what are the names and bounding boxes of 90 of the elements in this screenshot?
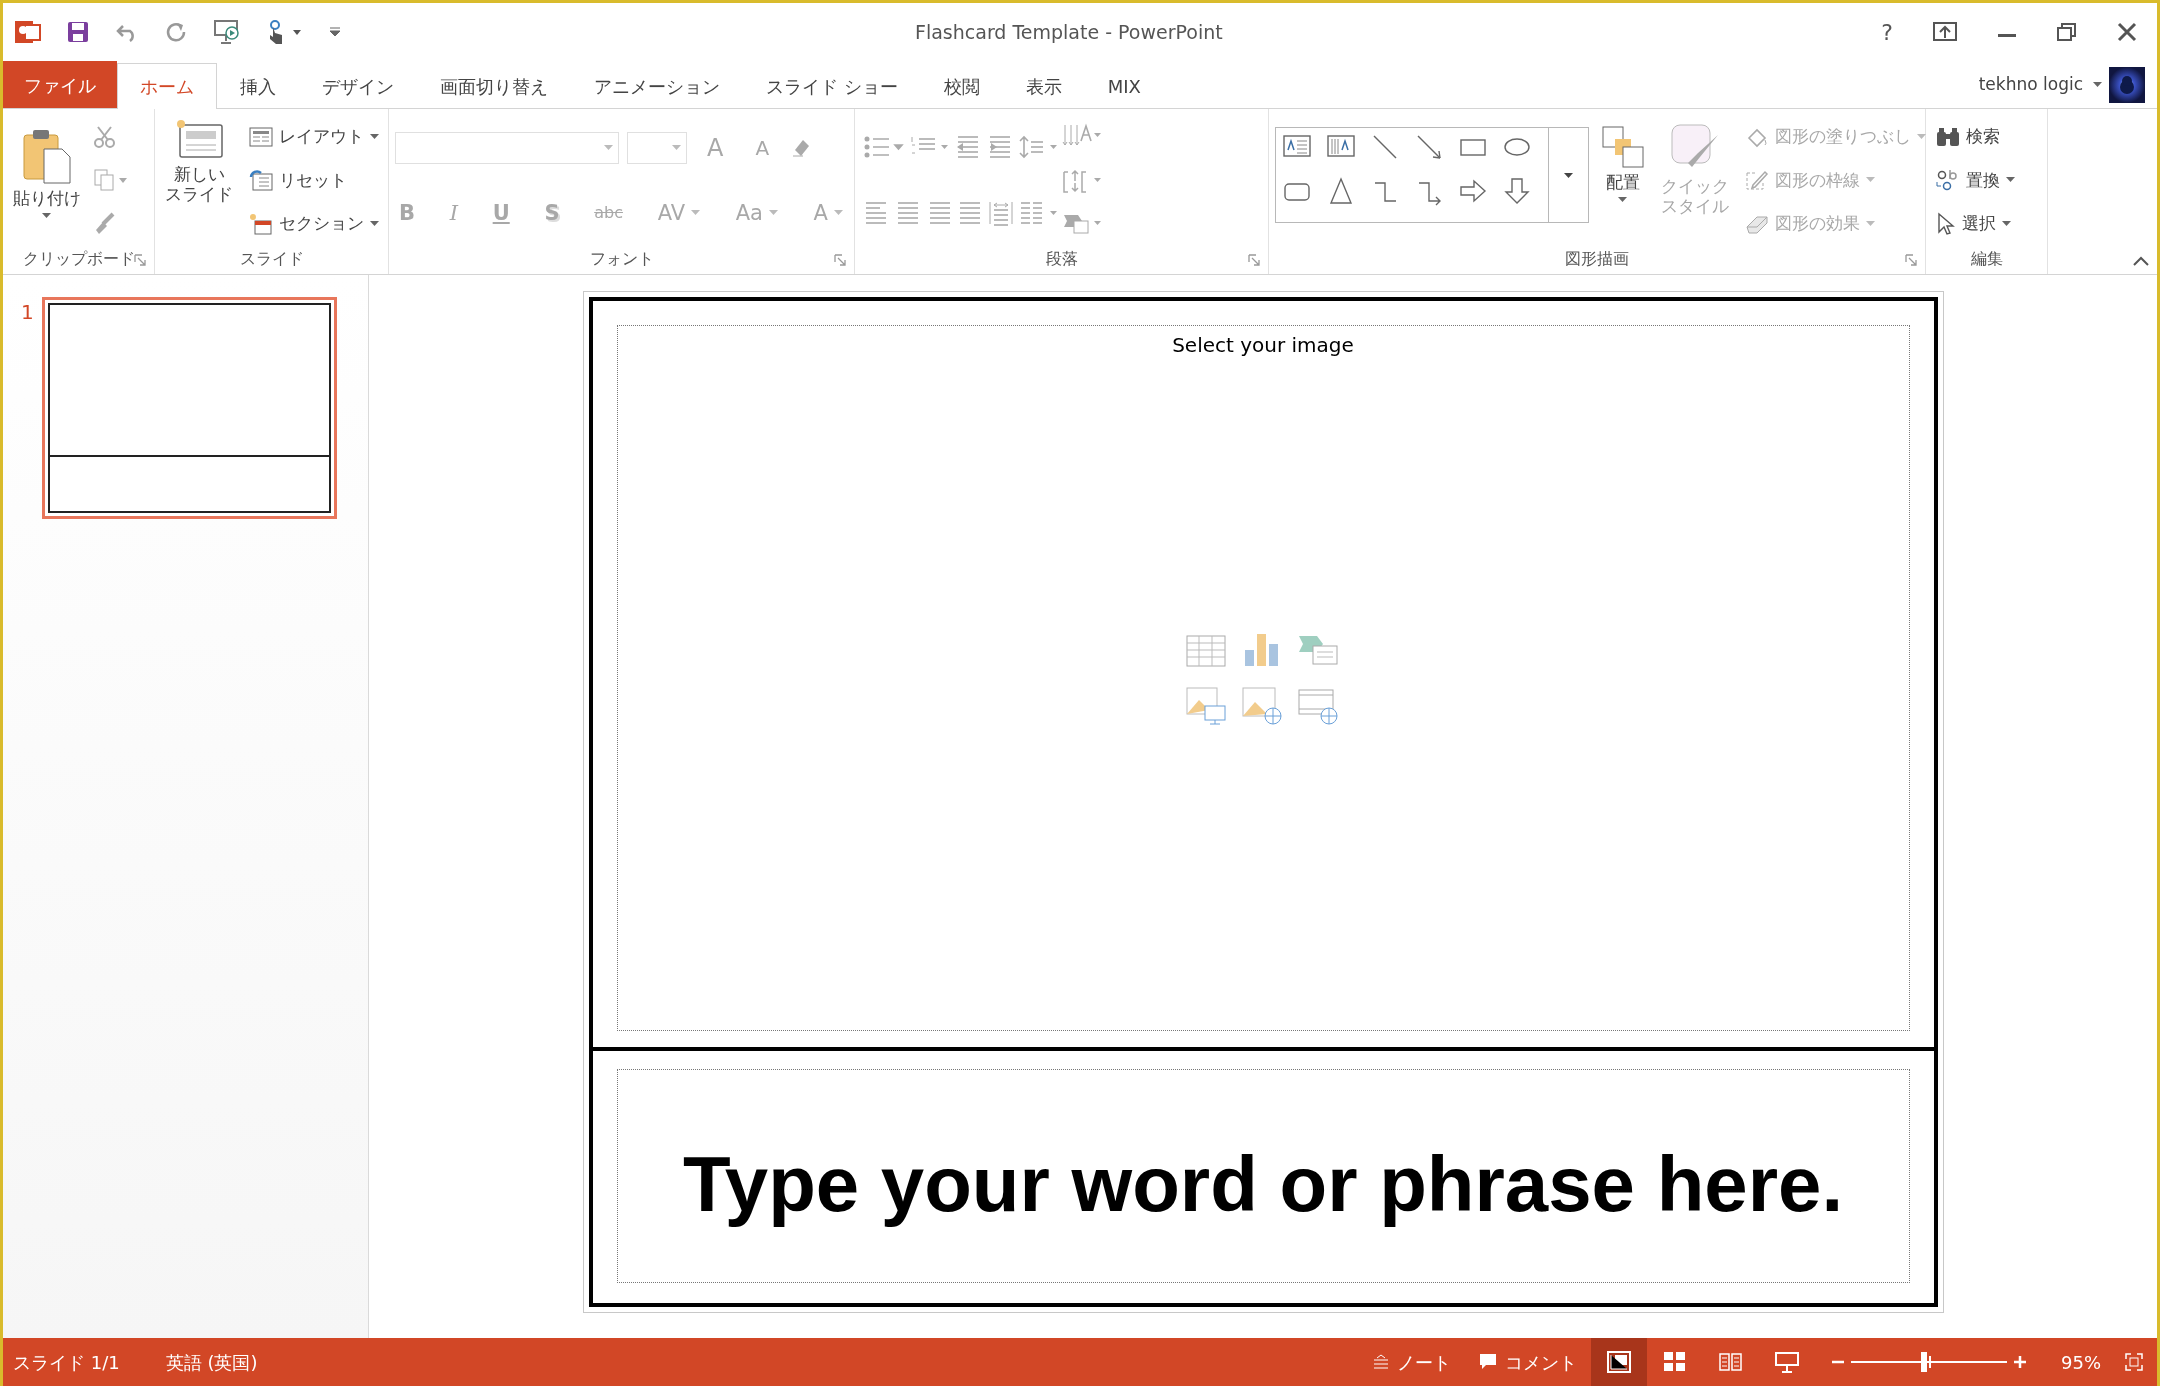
group-label: 段落 <box>1045 249 1078 268</box>
layout-icon <box>249 125 273 148</box>
view-button[interactable] <box>1591 1338 1647 1386</box>
touch-mode-icon[interactable] <box>267 20 303 44</box>
ribbon-tab[interactable]: デザイン <box>299 63 417 108</box>
ribbon-tab[interactable]: 表示 <box>1002 63 1085 108</box>
group-label: クリップボード <box>22 249 135 268</box>
slide-sorter-icon <box>1663 1351 1687 1373</box>
new-slide-icon <box>174 117 224 161</box>
dropdown-arrow-icon <box>691 210 701 217</box>
zoom-in-icon[interactable] <box>2013 1355 2027 1369</box>
dropdown-arrow-icon <box>1917 133 1927 140</box>
group-label: フォント <box>589 249 654 268</box>
image-placeholder[interactable]: Select your image <box>616 325 1910 1031</box>
redo-icon[interactable] <box>165 21 187 43</box>
close-icon[interactable] <box>2117 22 2137 42</box>
pointer-icon <box>1936 212 1956 237</box>
ribbon-display-icon[interactable] <box>1933 22 1957 42</box>
slide-counter: スライド 1/1 <box>13 1350 120 1375</box>
online-picture-icon[interactable] <box>1241 684 1285 728</box>
reset-icon <box>249 169 273 192</box>
pencil-icon <box>1745 169 1769 192</box>
dialog-launcher-icon[interactable] <box>834 254 846 266</box>
section-icon <box>249 213 273 236</box>
zoom-level-button[interactable]: 95% <box>2047 1338 2115 1386</box>
slide-command-button[interactable]: レイアウト <box>245 122 384 152</box>
app-logo-icon <box>15 19 41 45</box>
arrange-icon <box>1601 125 1645 169</box>
dropdown-arrow-icon <box>1563 172 1574 179</box>
group-label: 図形描画 <box>1565 249 1629 268</box>
editing-command-button[interactable]: 選択 <box>1932 209 2041 239</box>
ribbon-tab[interactable]: アニメーション <box>571 63 743 108</box>
replace-icon <box>1936 168 1960 193</box>
slide-thumbnail[interactable] <box>41 297 337 519</box>
ribbon-tab[interactable]: ホーム <box>117 63 217 109</box>
flashcard-text: Type your word or phrase here. <box>682 1139 1844 1230</box>
dialog-launcher-icon[interactable] <box>1248 254 1260 266</box>
dialog-launcher-icon[interactable] <box>1905 254 1917 266</box>
ribbon-tab[interactable]: スライド ショー <box>743 63 921 108</box>
help-button[interactable]: ? <box>1881 15 1893 49</box>
paste-button[interactable]: 貼り付け <box>9 125 85 246</box>
slide-show-icon <box>1775 1351 1799 1373</box>
save-icon[interactable] <box>67 21 89 43</box>
presentation-icon[interactable] <box>213 19 241 45</box>
ribbon-tab[interactable]: MIX <box>1084 63 1164 108</box>
dropdown-arrow-icon <box>604 144 614 151</box>
editing-command-button[interactable]: 置換 <box>1932 165 2041 196</box>
dropdown-arrow-icon <box>672 144 682 151</box>
file-tab[interactable]: ファイル <box>3 61 117 108</box>
comment-icon <box>1479 1353 1497 1371</box>
slide-command-button[interactable]: セクション <box>245 209 384 239</box>
dropdown-arrow-icon <box>42 212 52 219</box>
language-button[interactable]: 英語 (英国) <box>151 1338 272 1386</box>
comments-button[interactable]: コメント <box>1465 1338 1591 1386</box>
ribbon-tab[interactable]: 校閲 <box>920 63 1003 108</box>
dropdown-arrow-icon <box>1866 177 1876 184</box>
reading-view-icon <box>1719 1351 1743 1373</box>
editing-command-button[interactable]: 検索 <box>1932 122 2041 152</box>
slide-number: 1 <box>21 299 34 326</box>
slide-command-button[interactable]: リセット <box>245 165 384 196</box>
binoculars-icon <box>1936 125 1960 148</box>
window-title: Flashcard Template - PowerPoint <box>915 19 1224 45</box>
collapse-ribbon-icon[interactable] <box>2133 256 2149 266</box>
fit-slide-icon[interactable] <box>2125 1353 2143 1371</box>
account-name[interactable]: tekhno logic <box>1974 69 2087 100</box>
avatar <box>2109 66 2145 103</box>
new-slide-button[interactable]: 新しい スライド <box>161 115 237 246</box>
text-placeholder[interactable]: Type your word or phrase here. <box>616 1069 1910 1283</box>
notes-button[interactable]: ノート <box>1359 1338 1465 1386</box>
arrange-button[interactable]: 配置 <box>1597 123 1649 246</box>
eraser-icon <box>1745 213 1769 236</box>
group-label: スライド <box>239 249 304 268</box>
shapes-gallery[interactable] <box>1275 127 1589 223</box>
placeholder-title: Select your image <box>1172 332 1354 359</box>
picture-icon[interactable] <box>1185 684 1229 728</box>
ribbon-tab[interactable]: 挿入 <box>217 63 299 108</box>
dropdown-arrow-icon <box>2093 81 2103 88</box>
normal-view-icon <box>1607 1351 1631 1373</box>
dropdown-arrow-icon <box>1618 196 1628 203</box>
ribbon-tab[interactable]: 画面切り替え <box>417 63 571 108</box>
zoom-slider-thumb[interactable] <box>1921 1352 1928 1372</box>
dropdown-arrow-icon <box>768 210 779 217</box>
dropdown-arrow-icon <box>833 210 844 217</box>
clipboard-icon <box>20 127 74 185</box>
dialog-launcher-icon[interactable] <box>134 254 146 266</box>
group-label: 編集 <box>1970 249 2003 268</box>
restore-icon[interactable] <box>2057 22 2077 42</box>
customize-caret-icon[interactable] <box>329 27 341 37</box>
dropdown-arrow-icon <box>1866 221 1876 228</box>
notes-icon <box>1373 1354 1389 1370</box>
